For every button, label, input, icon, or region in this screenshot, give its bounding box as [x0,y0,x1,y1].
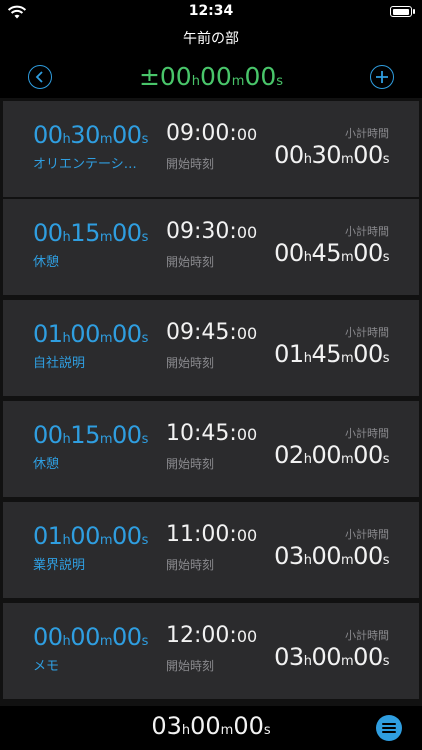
start-time-label: 開始時刻 [166,457,215,471]
status-time: 12:34 [188,3,234,19]
item-duration: 00h00m00s [33,623,148,651]
status-bar: 12:34 [0,0,422,24]
item-label: 休憩 [33,457,60,472]
item-subtotal: 03h00m00s [274,643,389,671]
timer-minutes: 00 [199,62,232,91]
footer: 03h00m00s [0,706,422,750]
item-duration: 01h00m00s [33,320,148,348]
schedule-item[interactable]: 00h15m00s 休憩 10:45:00 開始時刻 小計時間 02h00m00… [3,401,419,497]
item-duration: 00h15m00s [33,219,148,247]
item-start-time: 09:00:00 [166,121,258,146]
subtotal-label: 小計時間 [345,127,389,140]
item-start-time: 09:30:00 [166,219,258,244]
timer-seconds: 00 [244,62,277,91]
subtotal-label: 小計時間 [345,528,389,541]
item-subtotal: 02h00m00s [274,441,389,469]
start-time-label: 開始時刻 [166,157,215,171]
item-label: 休憩 [33,255,60,270]
battery-icon [390,6,415,17]
total-time: 03h00m00s [151,712,271,740]
start-time-label: 開始時刻 [166,659,215,673]
start-time-label: 開始時刻 [166,356,215,370]
timer-hours: 00 [159,62,192,91]
item-start-time: 11:00:00 [166,522,258,547]
timer-h-unit: h [191,74,200,89]
item-subtotal: 03h00m00s [274,542,389,570]
subtotal-label: 小計時間 [345,225,389,238]
menu-button[interactable] [376,715,402,741]
item-start-time: 09:45:00 [166,320,258,345]
item-label: 業界説明 [33,558,86,573]
schedule-item[interactable]: 00h30m00s オリエンテーション 09:00:00 開始時刻 小計時間 0… [3,101,419,197]
page-title: 午前の部 [183,31,239,47]
timer-sign: ± [138,62,160,91]
timer-m-unit: m [231,74,245,89]
item-start-time: 10:45:00 [166,421,258,446]
schedule-item[interactable]: 01h00m00s 自社説明 09:45:00 開始時刻 小計時間 01h45m… [3,300,419,396]
start-time-label: 開始時刻 [166,558,215,572]
plus-icon [376,71,388,83]
item-subtotal: 00h30m00s [274,141,389,169]
subtotal-label: 小計時間 [345,629,389,642]
item-label: 自社説明 [33,356,86,371]
item-duration: 01h00m00s [33,522,148,550]
add-button[interactable] [370,65,394,89]
item-subtotal: 00h45m00s [274,239,389,267]
timer-s-unit: s [276,74,284,89]
header: ±00h00m00s [0,56,422,100]
menu-icon [382,723,396,733]
item-label: オリエンテーション [33,157,143,172]
subtotal-label: 小計時間 [345,427,389,440]
item-label: メモ [33,659,60,674]
subtotal-label: 小計時間 [345,326,389,339]
item-duration: 00h30m00s [33,121,148,149]
schedule-item[interactable]: 00h00m00s メモ 12:00:00 開始時刻 小計時間 03h00m00… [3,603,419,699]
item-duration: 00h15m00s [33,421,148,449]
schedule-item[interactable]: 01h00m00s 業界説明 11:00:00 開始時刻 小計時間 03h00m… [3,502,419,598]
start-time-label: 開始時刻 [166,255,215,269]
item-subtotal: 01h45m00s [274,340,389,368]
schedule-list: 00h30m00s オリエンテーション 09:00:00 開始時刻 小計時間 0… [0,98,422,706]
difference-timer: ±00h00m00s [0,62,422,91]
item-start-time: 12:00:00 [166,623,258,648]
schedule-item[interactable]: 00h15m00s 休憩 09:30:00 開始時刻 小計時間 00h45m00… [3,199,419,295]
